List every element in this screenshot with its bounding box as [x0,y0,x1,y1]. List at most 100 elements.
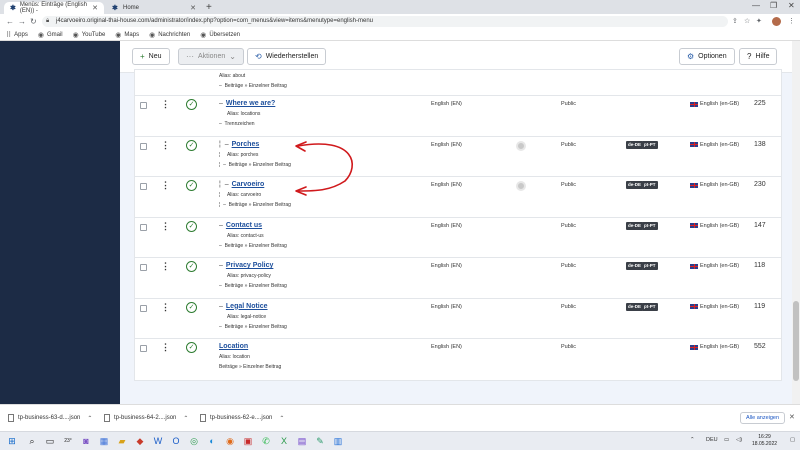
row-actions-icon[interactable]: ⋮ [161,302,170,312]
association-badge[interactable]: pt-PT [642,302,658,311]
chevron-up-icon[interactable]: ⌃ [183,415,188,422]
browser-tab-home[interactable]: ✱ Home ✕ [106,2,202,14]
browser-tab-menus[interactable]: ✱ Menüs: Einträge (English (EN)) - ✕ [4,2,104,14]
published-check-icon[interactable]: ✓ [186,342,197,353]
forward-icon[interactable]: → [18,17,26,26]
row-checkbox[interactable] [140,183,147,190]
bookmark-translate[interactable]: ◉ Übersetzen [200,31,240,39]
row-checkbox[interactable] [140,264,147,271]
volume-icon[interactable]: ◁) [736,437,742,443]
new-button[interactable]: + Neu [132,48,170,65]
task-view-icon[interactable]: ▭ [44,435,56,447]
published-check-icon[interactable]: ✓ [186,261,197,272]
download-item[interactable]: tp-business-64-2....json ⌃ [104,414,188,422]
show-all-downloads-button[interactable]: Alle anzeigen [740,412,786,424]
row-checkbox[interactable] [140,223,147,231]
windows-start-icon[interactable]: ⊞ [6,435,18,447]
association-badge[interactable]: pt-PT [642,181,658,189]
menu-icon[interactable]: ⋮ [788,17,795,25]
row-checkbox[interactable] [140,345,147,352]
new-tab-button[interactable]: + [206,2,212,13]
row-actions-icon[interactable]: ⋮ [161,181,170,190]
row-actions-icon[interactable]: ⋮ [161,262,170,271]
row-checkbox[interactable] [140,304,147,312]
row-checkbox[interactable] [140,142,147,150]
options-button[interactable]: ⚙ Optionen [679,48,735,65]
published-check-icon[interactable]: ✓ [186,99,197,110]
app-icon[interactable]: ▤ [296,435,308,447]
excel-icon[interactable]: X [278,435,290,447]
close-tab-icon[interactable]: ✕ [92,4,98,12]
item-title-link[interactable]: Privacy Policy [226,262,273,269]
restore-button[interactable]: ⟲ Wiederherstellen [247,48,327,65]
reload-icon[interactable]: ↻ [30,17,37,26]
whatsapp-icon[interactable]: ✆ [260,435,272,447]
page-scrollbar[interactable] [792,41,800,404]
url-field[interactable]: 🔒︎ j4carvoeiro.original-thai-house.com/a… [42,16,728,27]
help-button[interactable]: ? Hilfe [739,48,778,65]
maximize-icon[interactable]: ❐ [770,1,777,10]
item-title-link[interactable]: Legal Notice [226,303,268,310]
chrome-icon[interactable]: ◎ [188,435,200,447]
folder-icon[interactable]: ▰ [116,435,128,447]
association-badge[interactable]: de-DE [626,221,644,230]
weather-icon[interactable]: 23° [62,435,74,447]
association-badge[interactable]: de-DE [626,302,644,311]
store-icon[interactable]: ▦ [98,435,110,447]
association-badge[interactable]: de-DE [626,262,644,270]
bookmark-apps[interactable]: ⠿ Apps [6,31,28,39]
item-title-link[interactable]: Location [219,343,248,350]
published-check-icon[interactable]: ✓ [186,139,197,151]
association-badge[interactable]: pt-PT [642,262,658,270]
firefox-icon[interactable]: ◉ [224,435,236,447]
word-icon[interactable]: W [152,435,164,447]
row-actions-icon[interactable]: ⋮ [161,343,170,352]
published-check-icon[interactable]: ✓ [186,220,197,232]
edge-icon[interactable]: ◐ [206,435,218,447]
association-badge[interactable]: pt-PT [642,140,658,149]
published-check-icon[interactable]: ✓ [186,180,197,191]
tray-chevron-icon[interactable]: ⌃ [690,437,695,443]
share-icon[interactable]: ⇪ [732,17,738,25]
item-title-link[interactable]: Carvoeiro [232,181,265,188]
search-icon[interactable]: ⌕ [26,435,38,447]
scrollbar-thumb[interactable] [793,301,799,381]
association-badge[interactable]: pt-PT [642,221,658,230]
notifications-icon[interactable]: ▢ [790,437,795,443]
close-window-icon[interactable]: ✕ [788,1,795,10]
download-item[interactable]: tp-business-63-d....json ⌃ [8,414,92,422]
teams-icon[interactable]: ◙ [80,435,92,447]
network-icon[interactable]: ▭ [724,437,729,443]
input-language[interactable]: DEU [706,437,718,443]
row-checkbox[interactable] [140,102,147,109]
bookmark-maps[interactable]: ◉ Maps [115,31,139,39]
close-tab-icon[interactable]: ✕ [190,4,196,12]
item-title-link[interactable]: Where we are? [226,100,275,107]
minimize-icon[interactable]: — [752,1,760,10]
outlook-icon[interactable]: O [170,435,182,447]
bookmark-star-icon[interactable]: ☆ [744,17,750,25]
profile-avatar[interactable] [772,17,781,26]
default-home-icon[interactable] [516,181,526,191]
row-actions-icon[interactable]: ⋮ [161,100,170,109]
app-icon[interactable]: ▣ [242,435,254,447]
row-actions-icon[interactable]: ⋮ [161,140,170,150]
back-icon[interactable]: ← [6,17,14,26]
taskbar-clock[interactable]: 16:29 18.05.2022 [752,434,777,448]
office-icon[interactable]: ◆ [134,435,146,447]
bookmark-gmail[interactable]: ◉ Gmail [38,31,63,39]
row-actions-icon[interactable]: ⋮ [161,221,170,231]
extensions-icon[interactable]: ✦ [756,17,762,25]
item-title-link[interactable]: Porches [232,141,260,148]
app-icon[interactable]: ✎ [314,435,326,447]
chevron-up-icon[interactable]: ⌃ [279,415,284,422]
association-badge[interactable]: de-DE [626,140,644,149]
bookmark-youtube[interactable]: ◉ YouTube [73,31,106,39]
published-check-icon[interactable]: ✓ [186,301,197,313]
chevron-up-icon[interactable]: ⌃ [87,415,92,422]
close-downloads-icon[interactable]: ✕ [789,413,795,421]
item-title-link[interactable]: Contact us [226,222,262,229]
app-icon[interactable]: ▥ [332,435,344,447]
download-item[interactable]: tp-business-62-e....json ⌃ [200,414,284,422]
bookmark-news[interactable]: ◉ Nachrichten [149,31,190,39]
